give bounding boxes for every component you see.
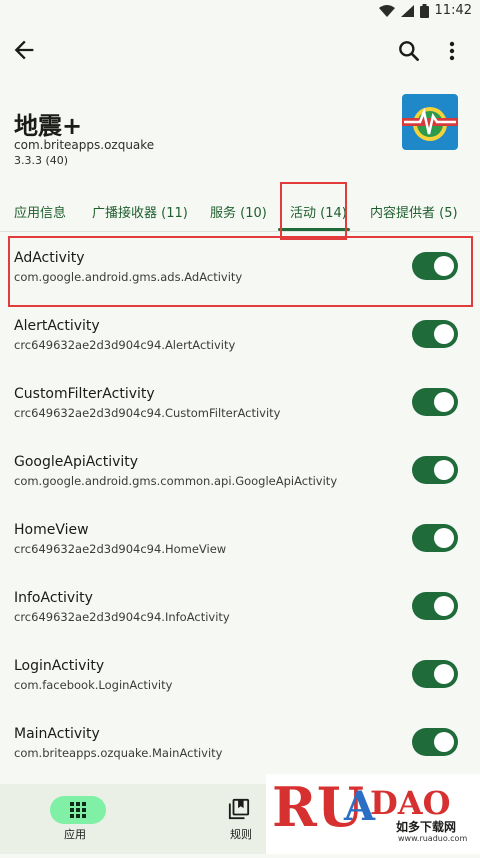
toggle-knob (434, 324, 454, 344)
list-item: GoogleApiActivity com.google.android.gms… (0, 442, 480, 510)
rules-icon[interactable] (228, 798, 250, 820)
tab-services[interactable]: 服务 (10) (210, 202, 267, 221)
watermark-subtitle: 如多下载网 (396, 820, 457, 834)
activity-name: InfoActivity (14, 590, 93, 606)
list-item: LoginActivity com.facebook.LoginActivity (0, 646, 480, 714)
activity-name: AlertActivity (14, 318, 100, 334)
activity-name: HomeView (14, 522, 89, 538)
list-item: CustomFilterActivity crc649632ae2d3d904c… (0, 374, 480, 442)
status-time: 11:42 (434, 3, 472, 18)
package-name: com.briteapps.ozquake (14, 138, 155, 152)
list-item: MainActivity com.briteapps.ozquake.MainA… (0, 714, 480, 782)
tab-providers[interactable]: 内容提供者 (5) (370, 202, 458, 221)
nav-apps-label[interactable]: 应用 (64, 826, 86, 842)
search-icon[interactable] (396, 38, 422, 64)
wifi-icon (378, 4, 395, 17)
tab-app-info[interactable]: 应用信息 (14, 202, 66, 221)
nav-apps-button[interactable] (50, 796, 106, 824)
activity-class: com.google.android.gms.common.api.Google… (14, 474, 338, 488)
activity-toggle[interactable] (412, 524, 458, 552)
nav-rules-label[interactable]: 规则 (230, 826, 252, 842)
version-text: 3.3.3 (40) (14, 154, 69, 167)
row-highlight-box (8, 236, 473, 307)
app-title: 地震+ (14, 112, 83, 140)
activity-class: com.facebook.LoginActivity (14, 678, 173, 692)
svg-text:DAO: DAO (370, 784, 450, 822)
toggle-knob (434, 596, 454, 616)
toggle-knob (434, 460, 454, 480)
tab-highlight-box (280, 182, 347, 240)
status-bar: 11:42 (0, 0, 480, 24)
activity-toggle[interactable] (412, 592, 458, 620)
toggle-knob (434, 732, 454, 752)
list-item: InfoActivity crc649632ae2d3d904c94.InfoA… (0, 578, 480, 646)
apps-grid-icon (70, 802, 86, 818)
battery-icon (419, 3, 429, 18)
list-item: HomeView crc649632ae2d3d904c94.HomeView (0, 510, 480, 578)
app-logo-icon (402, 94, 458, 150)
activity-class: crc649632ae2d3d904c94.HomeView (14, 542, 227, 556)
top-app-bar (0, 26, 480, 74)
watermark-url: www.ruaduo.com (398, 834, 468, 843)
toggle-knob (434, 528, 454, 548)
activity-toggle[interactable] (412, 728, 458, 756)
toggle-knob (434, 664, 454, 684)
tab-bar: 应用信息 广播接收器 (11) 服务 (10) 活动 (14) 内容提供者 (5… (0, 192, 480, 232)
app-header: 地震+ com.briteapps.ozquake 3.3.3 (40) (0, 94, 480, 180)
back-arrow-icon[interactable] (10, 36, 38, 64)
activity-name: MainActivity (14, 726, 100, 742)
list-item: AlertActivity crc649632ae2d3d904c94.Aler… (0, 306, 480, 374)
activity-toggle[interactable] (412, 456, 458, 484)
activity-class: crc649632ae2d3d904c94.CustomFilterActivi… (14, 406, 281, 420)
more-vert-icon[interactable] (440, 38, 464, 64)
activity-toggle[interactable] (412, 320, 458, 348)
activity-class: crc649632ae2d3d904c94.AlertActivity (14, 338, 236, 352)
tab-divider (0, 231, 480, 232)
activity-name: CustomFilterActivity (14, 386, 155, 402)
watermark-logo: RU A DAO 如多下载网 www.ruaduo.com (266, 774, 480, 854)
signal-icon (400, 4, 414, 17)
activity-class: crc649632ae2d3d904c94.InfoActivity (14, 610, 230, 624)
activity-toggle[interactable] (412, 388, 458, 416)
tab-receivers[interactable]: 广播接收器 (11) (92, 202, 188, 221)
activity-toggle[interactable] (412, 660, 458, 688)
activity-name: GoogleApiActivity (14, 454, 139, 470)
activity-name: LoginActivity (14, 658, 105, 674)
toggle-knob (434, 392, 454, 412)
activity-class: com.briteapps.ozquake.MainActivity (14, 746, 223, 760)
